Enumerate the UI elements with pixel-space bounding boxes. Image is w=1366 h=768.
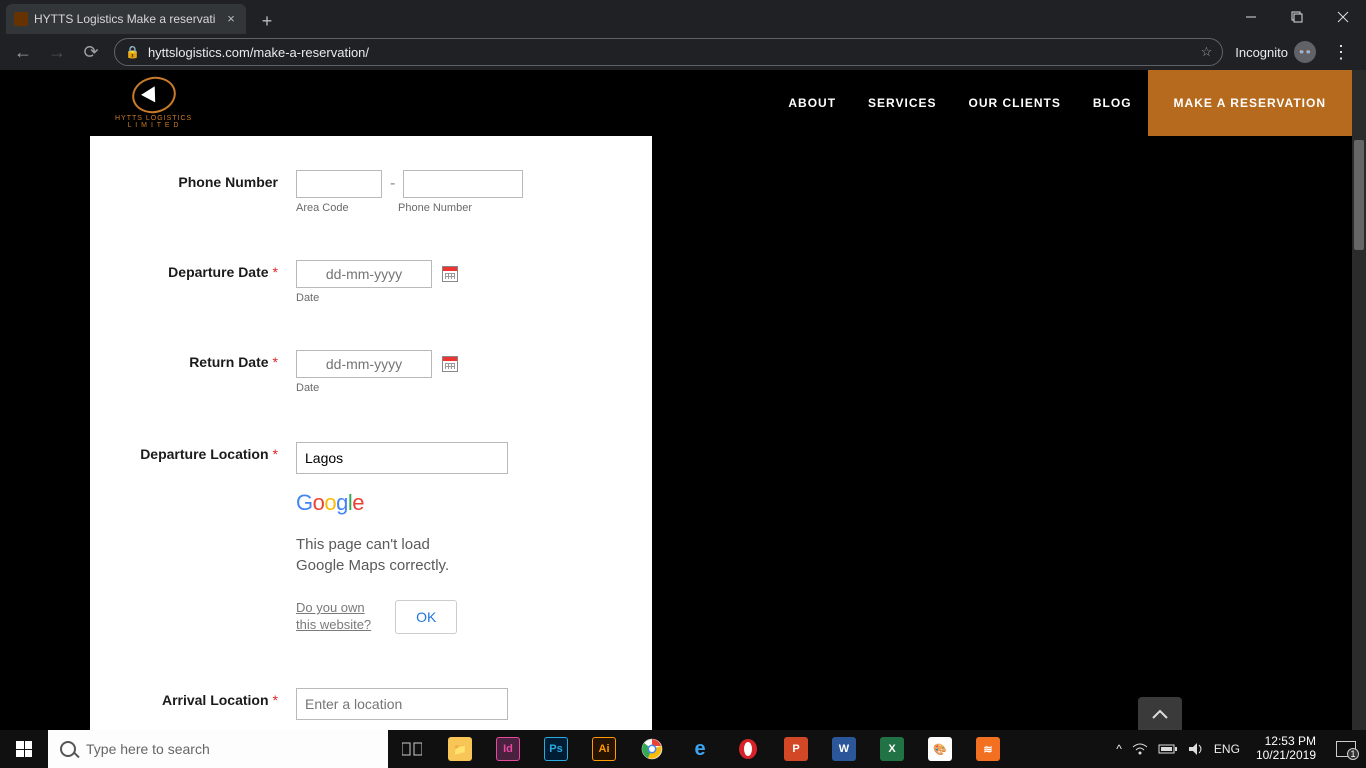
tray-time: 12:53 PM <box>1256 735 1316 749</box>
taskbar-app-chrome[interactable] <box>628 730 676 768</box>
bookmark-star-icon[interactable]: ☆ <box>1201 44 1213 60</box>
start-button[interactable] <box>0 741 48 757</box>
scroll-to-top-button[interactable] <box>1138 697 1182 730</box>
return-date-hint: Date <box>296 382 458 394</box>
arrival-location-input[interactable] <box>296 688 508 720</box>
nav-services[interactable]: SERVICES <box>852 70 952 136</box>
arrival-location-label: Arrival Location* <box>120 688 278 720</box>
tray-chevron-icon[interactable]: ^ <box>1116 742 1122 756</box>
scrollbar-thumb[interactable] <box>1354 140 1364 250</box>
calendar-icon[interactable] <box>442 266 458 282</box>
window-minimize-button[interactable] <box>1228 0 1274 34</box>
phone-dash: - <box>390 175 395 193</box>
page-scrollbar[interactable] <box>1352 70 1366 730</box>
address-bar[interactable]: 🔒 hyttslogistics.com/make-a-reservation/… <box>114 38 1223 66</box>
phone-number-hint: Phone Number <box>398 202 472 214</box>
taskbar-search-placeholder: Type here to search <box>86 741 210 757</box>
taskbar-app-word[interactable]: W <box>820 730 868 768</box>
new-tab-button[interactable]: + <box>254 8 280 34</box>
departure-location-label: Departure Location* <box>120 442 278 474</box>
reservation-form-card: Email* example@example.com Phone Number … <box>90 70 652 730</box>
taskbar-app-explorer[interactable]: 📁 <box>436 730 484 768</box>
windows-icon <box>16 741 32 757</box>
phone-label: Phone Number <box>120 170 278 214</box>
maps-error-line2: Google Maps correctly. <box>296 555 556 576</box>
back-button[interactable]: ← <box>12 41 34 63</box>
taskbar-app-opera[interactable] <box>724 730 772 768</box>
taskbar-app-powerpoint[interactable]: P <box>772 730 820 768</box>
maps-own-website-link[interactable]: Do you ownthis website? <box>296 600 371 634</box>
tab-close-icon[interactable]: × <box>224 12 238 26</box>
url-text: hyttslogistics.com/make-a-reservation/ <box>148 45 1193 60</box>
window-maximize-button[interactable] <box>1274 0 1320 34</box>
window-close-button[interactable] <box>1320 0 1366 34</box>
taskbar-app-excel[interactable]: X <box>868 730 916 768</box>
tray-battery-icon[interactable] <box>1158 743 1178 755</box>
reload-button[interactable]: ⟳ <box>80 41 102 63</box>
taskbar-app-photoshop[interactable]: Ps <box>532 730 580 768</box>
maps-error-line1: This page can't load <box>296 534 556 555</box>
calendar-icon[interactable] <box>442 356 458 372</box>
tab-title: HYTTS Logistics Make a reservati <box>34 12 218 26</box>
departure-location-input[interactable] <box>296 442 508 474</box>
phone-area-hint: Area Code <box>296 202 390 214</box>
tray-notifications-icon[interactable]: 1 <box>1336 741 1356 757</box>
taskbar-search[interactable]: Type here to search <box>48 730 388 768</box>
nav-blog[interactable]: BLOG <box>1077 70 1148 136</box>
nav-make-reservation[interactable]: MAKE A RESERVATION <box>1148 70 1352 136</box>
tray-wifi-icon[interactable] <box>1132 743 1148 755</box>
departure-date-input[interactable] <box>296 260 432 288</box>
search-icon <box>60 741 76 757</box>
task-view-button[interactable] <box>388 730 436 768</box>
tab-favicon <box>14 12 28 26</box>
tray-volume-icon[interactable] <box>1188 742 1204 756</box>
forward-button[interactable]: → <box>46 41 68 63</box>
browser-menu-button[interactable]: ⋮ <box>1328 42 1354 63</box>
tray-clock[interactable]: 12:53 PM 10/21/2019 <box>1250 735 1322 763</box>
nav-our-clients[interactable]: OUR CLIENTS <box>953 70 1077 136</box>
notification-badge: 1 <box>1347 748 1359 760</box>
windows-taskbar: Type here to search 📁 Id Ps Ai e P W X 🎨… <box>0 730 1366 768</box>
taskbar-app-edge[interactable]: e <box>676 730 724 768</box>
lock-icon: 🔒 <box>125 45 140 59</box>
nav-about[interactable]: ABOUT <box>772 70 852 136</box>
departure-date-label: Departure Date* <box>120 260 278 304</box>
incognito-icon: 👓 <box>1294 41 1316 63</box>
maps-ok-button[interactable]: OK <box>395 600 457 634</box>
google-logo: Google <box>296 490 556 516</box>
incognito-indicator: Incognito 👓 <box>1235 41 1316 63</box>
site-logo[interactable]: HYTTS LOGISTICSL I M I T E D <box>115 77 192 129</box>
google-maps-error: Google This page can't load Google Maps … <box>296 490 556 634</box>
phone-area-input[interactable] <box>296 170 382 198</box>
taskbar-app-illustrator[interactable]: Ai <box>580 730 628 768</box>
tray-language[interactable]: ENG <box>1214 742 1240 756</box>
tray-date: 10/21/2019 <box>1256 749 1316 763</box>
return-date-input[interactable] <box>296 350 432 378</box>
incognito-label: Incognito <box>1235 45 1288 60</box>
departure-date-hint: Date <box>296 292 458 304</box>
browser-tab[interactable]: HYTTS Logistics Make a reservati × <box>6 4 246 34</box>
taskbar-app-paint[interactable]: 🎨 <box>916 730 964 768</box>
phone-number-input[interactable] <box>403 170 523 198</box>
chevron-up-icon <box>1152 709 1168 719</box>
taskbar-app-indesign[interactable]: Id <box>484 730 532 768</box>
return-date-label: Return Date* <box>120 350 278 394</box>
taskbar-app-xampp[interactable]: ≋ <box>964 730 1012 768</box>
logo-text: HYTTS LOGISTICSL I M I T E D <box>115 115 192 129</box>
